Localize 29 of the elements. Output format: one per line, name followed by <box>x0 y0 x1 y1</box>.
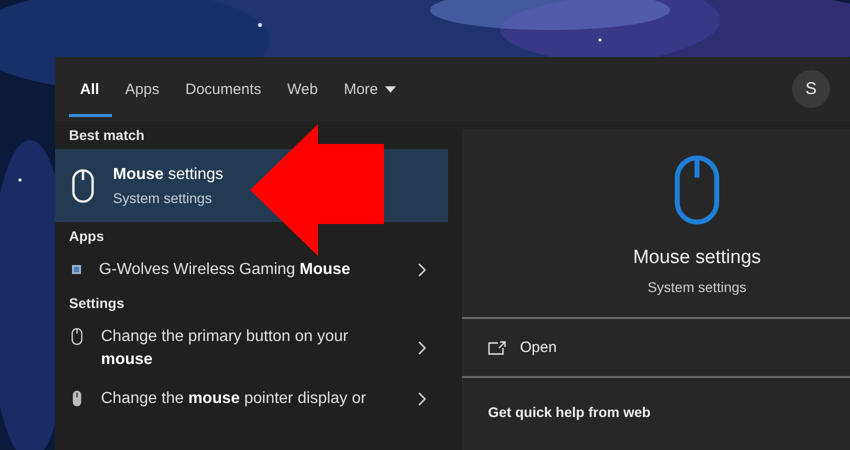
section-heading: Apps <box>68 227 105 246</box>
result-title: Mouse settings <box>113 166 224 184</box>
result-item[interactable]: Change the primary button on your mouse <box>55 317 448 379</box>
user-avatar[interactable]: S <box>792 70 830 108</box>
chevron-icon <box>418 262 426 276</box>
open-icon <box>488 340 506 354</box>
result-title: Change the mouse pointer display or <box>101 389 368 409</box>
result-item[interactable]: Change the mouse pointer display or <box>55 379 448 418</box>
mouse-icon <box>71 327 83 346</box>
mouse-icon <box>71 168 95 204</box>
app-icon <box>72 265 81 274</box>
result-item[interactable]: G-Wolves Wireless Gaming Mouse <box>55 250 448 289</box>
chevron-icon <box>418 341 426 355</box>
mouse-icon <box>71 389 83 408</box>
tab[interactable]: Documents <box>172 61 274 121</box>
preview-subtitle: System settings <box>648 279 746 295</box>
section-heading: Best match <box>68 126 146 145</box>
tab[interactable]: More <box>330 61 410 121</box>
tab[interactable]: Apps <box>112 61 172 121</box>
tab[interactable]: Web <box>274 61 331 121</box>
help-heading: Get quick help from web <box>487 403 652 422</box>
result-subtitle: System settings <box>113 190 213 206</box>
result-title: Change the primary button on your mouse <box>101 327 350 370</box>
chevron-icon <box>418 392 426 406</box>
result-title: G-Wolves Wireless Gaming Mouse <box>99 260 352 280</box>
mouse-icon <box>672 153 722 227</box>
section-heading: Settings <box>68 294 126 313</box>
preview-title: Mouse settings <box>633 247 761 269</box>
open-button[interactable]: Open <box>462 319 850 378</box>
